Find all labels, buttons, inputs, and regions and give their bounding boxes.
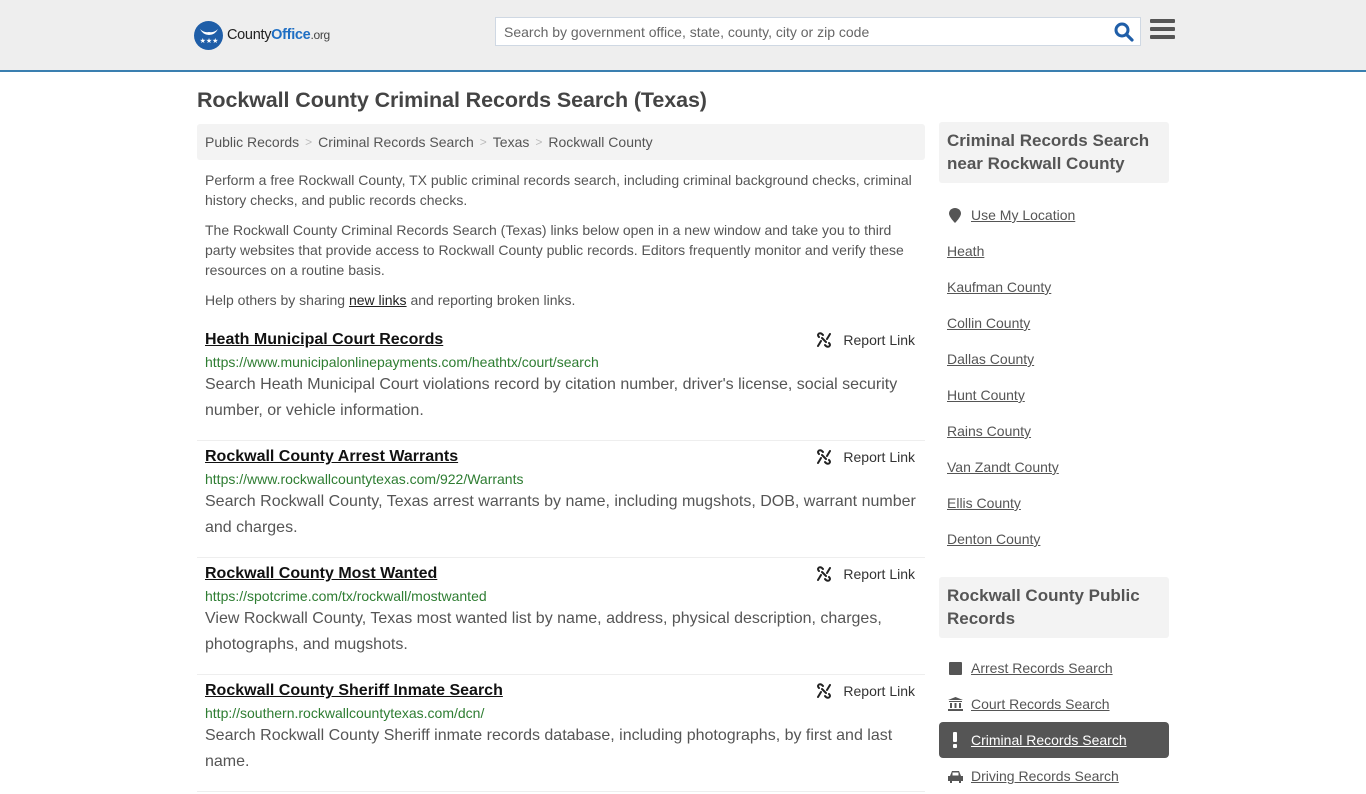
- nearby-link[interactable]: Dallas County: [947, 351, 1034, 367]
- sidebar: Criminal Records Search near Rockwall Co…: [939, 122, 1169, 794]
- square-icon: [947, 661, 963, 675]
- nearby-item: Hunt County: [947, 377, 1169, 413]
- public-records-heading: Rockwall County Public Records: [939, 577, 1169, 638]
- use-my-location-link[interactable]: Use My Location: [971, 207, 1075, 223]
- menu-bar: [1150, 27, 1175, 31]
- broken-link-icon: [817, 449, 832, 465]
- report-link-button[interactable]: Report Link: [816, 332, 915, 348]
- result-item: Rockwall County Most Wanted Report Link …: [197, 558, 925, 675]
- intro-share-paragraph: Help others by sharing new links and rep…: [205, 292, 576, 308]
- public-record-item: Court Records Search: [939, 686, 1169, 722]
- map-pin-icon: [947, 207, 963, 223]
- result-description: Search Rockwall County Sheriff inmate re…: [205, 727, 893, 770]
- public-record-item-active: Criminal Records Search: [939, 722, 1169, 758]
- courthouse-icon: [947, 697, 963, 711]
- intro-paragraph: The Rockwall County Criminal Records Sea…: [205, 222, 904, 278]
- report-link-button[interactable]: Report Link: [816, 683, 915, 699]
- menu-bar: [1150, 35, 1175, 39]
- intro-paragraph: Perform a free Rockwall County, TX publi…: [205, 172, 912, 208]
- result-url: https://www.rockwallcountytexas.com/922/…: [205, 471, 524, 487]
- exclamation-icon: [947, 732, 963, 748]
- nearby-item: Denton County: [947, 521, 1169, 557]
- new-links-link[interactable]: new links: [349, 292, 407, 308]
- nearby-link[interactable]: Ellis County: [947, 495, 1021, 511]
- nearby-item: Ellis County: [947, 485, 1169, 521]
- result-title-link[interactable]: Rockwall County Arrest Warrants: [205, 448, 458, 466]
- public-record-item: Arrest Records Search: [939, 650, 1169, 686]
- breadcrumb-texas[interactable]: Texas: [493, 134, 530, 150]
- nearby-link[interactable]: Kaufman County: [947, 279, 1051, 295]
- nearby-item: Rains County: [947, 413, 1169, 449]
- report-link-button[interactable]: Report Link: [816, 566, 915, 582]
- breadcrumb: Public Records > Criminal Records Search…: [197, 124, 925, 160]
- results-list: Heath Municipal Court Records Report Lin…: [197, 324, 925, 792]
- site-header: ★★★ CountyOffice.org: [0, 0, 1366, 72]
- search-box: [495, 17, 1141, 46]
- nearby-item: Heath: [947, 233, 1169, 269]
- nearby-heading: Criminal Records Search near Rockwall Co…: [939, 122, 1169, 183]
- broken-link-icon: [817, 566, 832, 582]
- nearby-list: Use My Location Heath Kaufman County Col…: [939, 183, 1169, 557]
- public-records-list: Arrest Records Search Court Records Sear…: [939, 638, 1169, 794]
- report-link-button[interactable]: Report Link: [816, 449, 915, 465]
- nearby-link[interactable]: Collin County: [947, 315, 1030, 331]
- result-description: Search Heath Municipal Court violations …: [205, 376, 898, 419]
- broken-link-icon: [817, 683, 832, 699]
- nearby-item: Dallas County: [947, 341, 1169, 377]
- result-title-link[interactable]: Heath Municipal Court Records: [205, 331, 443, 349]
- eagle-stars-icon: ★★★: [194, 20, 223, 50]
- logo-wordmark: CountyOffice.org: [227, 27, 330, 43]
- svg-text:★★★: ★★★: [199, 37, 218, 45]
- intro-text: Perform a free Rockwall County, TX publi…: [205, 170, 920, 320]
- broken-link-icon: [817, 332, 832, 348]
- result-item: Rockwall County Arrest Warrants Report L…: [197, 441, 925, 558]
- nearby-item: Van Zandt County: [947, 449, 1169, 485]
- result-description: Search Rockwall County, Texas arrest war…: [205, 493, 916, 536]
- breadcrumb-rockwall-county[interactable]: Rockwall County: [548, 134, 652, 150]
- car-icon: [947, 770, 963, 783]
- driving-records-link[interactable]: Driving Records Search: [971, 768, 1119, 784]
- nearby-link[interactable]: Denton County: [947, 531, 1040, 547]
- result-item: Rockwall County Sheriff Inmate Search Re…: [197, 675, 925, 792]
- breadcrumb-separator: >: [479, 135, 487, 149]
- nearby-link[interactable]: Hunt County: [947, 387, 1025, 403]
- criminal-records-link[interactable]: Criminal Records Search: [971, 732, 1127, 748]
- result-url: https://spotcrime.com/tx/rockwall/mostwa…: [205, 588, 487, 604]
- breadcrumb-criminal-records-search[interactable]: Criminal Records Search: [318, 134, 474, 150]
- nearby-item: Kaufman County: [947, 269, 1169, 305]
- use-my-location-item: Use My Location: [947, 197, 1169, 233]
- search-button[interactable]: [1114, 22, 1134, 42]
- site-logo[interactable]: ★★★ CountyOffice.org: [194, 20, 330, 50]
- search-input[interactable]: [496, 18, 1096, 45]
- nearby-item: Collin County: [947, 305, 1169, 341]
- nearby-link[interactable]: Van Zandt County: [947, 459, 1059, 475]
- result-title-link[interactable]: Rockwall County Most Wanted: [205, 565, 437, 583]
- menu-bar: [1150, 19, 1175, 23]
- nearby-link[interactable]: Rains County: [947, 423, 1031, 439]
- nearby-link[interactable]: Heath: [947, 243, 984, 259]
- result-item: Heath Municipal Court Records Report Lin…: [197, 324, 925, 441]
- result-title-link[interactable]: Rockwall County Sheriff Inmate Search: [205, 682, 503, 700]
- breadcrumb-separator: >: [305, 135, 313, 149]
- result-url: http://southern.rockwallcountytexas.com/…: [205, 705, 485, 721]
- public-record-item: Driving Records Search: [939, 758, 1169, 794]
- search-icon: [1114, 22, 1134, 42]
- breadcrumb-public-records[interactable]: Public Records: [205, 134, 299, 150]
- breadcrumb-separator: >: [535, 135, 543, 149]
- arrest-records-link[interactable]: Arrest Records Search: [971, 660, 1113, 676]
- court-records-link[interactable]: Court Records Search: [971, 696, 1110, 712]
- result-description: View Rockwall County, Texas most wanted …: [205, 610, 882, 653]
- hamburger-menu-button[interactable]: [1150, 19, 1175, 41]
- page-title: Rockwall County Criminal Records Search …: [197, 88, 707, 112]
- result-url: https://www.municipalonlinepayments.com/…: [205, 354, 599, 370]
